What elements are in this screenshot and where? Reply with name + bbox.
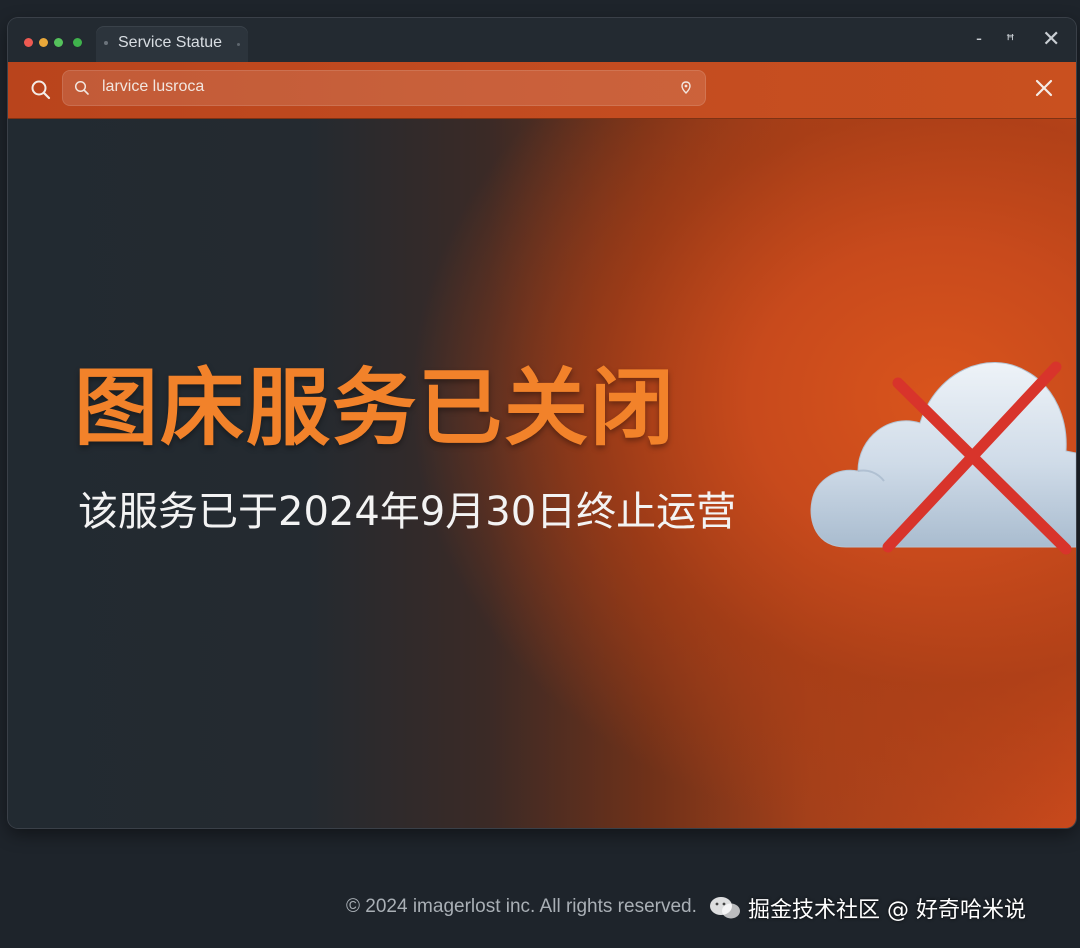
watermark-text: 掘金技术社区 @ 好奇哈米说 <box>748 898 1026 923</box>
minimize-window-dot[interactable] <box>39 38 48 47</box>
maximize-button[interactable]: ꟸ <box>1006 31 1015 49</box>
close-window-dot[interactable] <box>24 38 33 47</box>
title-bar: Service Statue - ꟸ ✕ <box>8 18 1076 62</box>
search-input[interactable] <box>102 78 662 96</box>
minimize-button[interactable]: - <box>976 28 982 49</box>
page-title: 图床服务已关闭 <box>74 359 677 457</box>
fullscreen-window-dot[interactable] <box>73 38 82 47</box>
tab-close-dot-icon[interactable] <box>237 43 240 46</box>
search-toolbar <box>8 62 1076 119</box>
browser-window: Service Statue - ꟸ ✕ larvice lusroca 图床服… <box>8 18 1076 828</box>
maximize-window-dot[interactable] <box>54 38 63 47</box>
main-content: 图床服务已关闭 该服务已于2024年9月30日终止运营 <box>8 119 1076 828</box>
tab-title: Service Statue <box>118 34 223 51</box>
traffic-lights <box>24 38 82 47</box>
search-icon[interactable] <box>30 79 52 101</box>
page: Service Statue - ꟸ ✕ larvice lusroca 图床服… <box>0 0 1080 948</box>
service-end-notice: 该服务已于2024年9月30日终止运营 <box>78 489 737 535</box>
search-field-icon <box>74 80 89 95</box>
tab-dot-icon <box>104 41 108 45</box>
tab-service-status[interactable]: Service Statue <box>96 26 248 62</box>
close-button[interactable]: ✕ <box>1042 26 1060 52</box>
watermark: 掘金技术社区 @ 好奇哈米说 <box>708 886 1026 930</box>
pin-icon[interactable] <box>680 81 692 95</box>
wechat-icon <box>710 897 740 919</box>
search-field[interactable] <box>62 70 706 106</box>
cloud-x-icon <box>810 361 1076 555</box>
close-icon[interactable] <box>1032 76 1056 100</box>
copyright-notice: © 2024 imagerlost inc. All rights reserv… <box>346 896 697 917</box>
